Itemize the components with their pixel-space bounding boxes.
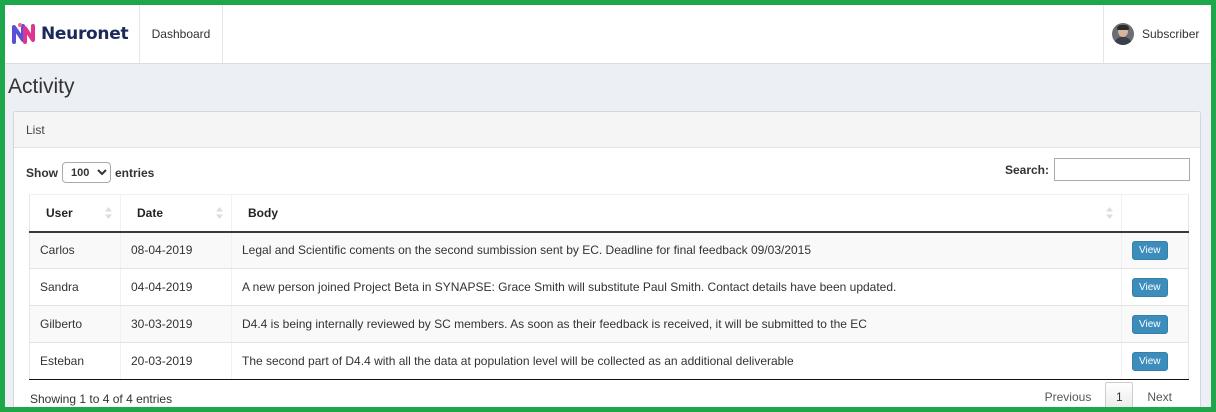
page-title: Activity: [8, 75, 75, 98]
nav-dashboard-link[interactable]: Dashboard: [139, 5, 223, 63]
entries-length-control: Show 100 entries: [26, 162, 154, 183]
column-header-user-label: User: [46, 205, 73, 220]
view-button[interactable]: View: [1132, 277, 1168, 297]
column-header-date[interactable]: Date: [120, 194, 232, 233]
cell-action: View: [1121, 342, 1189, 380]
table-row: Sandra 04-04-2019 A new person joined Pr…: [29, 268, 1189, 306]
column-header-body-label: Body: [248, 205, 278, 220]
cell-user: Gilberto: [29, 305, 121, 343]
cell-date: 20-03-2019: [120, 342, 232, 380]
cell-user: Sandra: [29, 268, 121, 306]
app-frame: Neuronet Dashboard Subscriber Activity L…: [0, 0, 1216, 412]
brand-name: Neuronet: [41, 24, 129, 44]
activity-list-box: List Show 100 entries Search: User Date …: [13, 111, 1201, 407]
cell-user: Carlos: [29, 231, 121, 269]
search-label: Search:: [1004, 162, 1049, 177]
table-row: Carlos 08-04-2019 Legal and Scientific c…: [29, 231, 1189, 269]
cell-action: View: [1121, 268, 1189, 306]
table-header-row: User Date Body: [29, 194, 1189, 233]
cell-body: The second part of D4.4 with all the dat…: [231, 342, 1122, 380]
top-navbar: Neuronet Dashboard Subscriber: [5, 5, 1211, 64]
show-label: Show: [26, 165, 58, 180]
table-controls: Show 100 entries Search:: [14, 156, 1200, 186]
sort-icon: [1106, 207, 1113, 219]
column-header-body[interactable]: Body: [231, 194, 1122, 233]
column-header-actions: [1121, 194, 1189, 233]
brand-logo-link[interactable]: Neuronet: [5, 5, 139, 63]
cell-date: 04-04-2019: [120, 268, 232, 306]
view-button[interactable]: View: [1132, 351, 1168, 371]
pagination: Previous 1 Next: [1031, 382, 1186, 407]
cell-action: View: [1121, 231, 1189, 269]
table-info: Showing 1 to 4 of 4 entries: [30, 392, 173, 406]
search-control: Search:: [1005, 158, 1190, 181]
avatar: [1112, 23, 1134, 45]
pagination-previous[interactable]: Previous: [1031, 390, 1106, 404]
entries-label: entries: [115, 165, 155, 180]
column-header-date-label: Date: [137, 205, 164, 220]
table-row: Esteban 20-03-2019 The second part of D4…: [29, 342, 1189, 380]
cell-body: Legal and Scientific coments on the seco…: [231, 231, 1122, 269]
search-input[interactable]: [1054, 158, 1190, 181]
sort-icon: [105, 207, 112, 219]
cell-date: 08-04-2019: [120, 231, 232, 269]
column-header-user[interactable]: User: [29, 194, 121, 233]
cell-body: A new person joined Project Beta in SYNA…: [231, 268, 1122, 306]
user-menu[interactable]: Subscriber: [1103, 5, 1211, 63]
sort-icon: [216, 207, 223, 219]
neuronet-logo-icon: [12, 23, 35, 44]
cell-date: 30-03-2019: [120, 305, 232, 343]
box-title: List: [14, 112, 1200, 148]
view-button[interactable]: View: [1132, 314, 1168, 334]
entries-select[interactable]: 100: [62, 162, 111, 183]
cell-action: View: [1121, 305, 1189, 343]
cell-user: Esteban: [29, 342, 121, 380]
table-row: Gilberto 30-03-2019 D4.4 is being intern…: [29, 305, 1189, 343]
view-button[interactable]: View: [1132, 240, 1168, 260]
pagination-page-1[interactable]: 1: [1105, 382, 1134, 407]
cell-body: D4.4 is being internally reviewed by SC …: [231, 305, 1122, 343]
pagination-next[interactable]: Next: [1133, 390, 1186, 404]
activity-table: User Date Body Carlos 08-04-2019 Legal a…: [29, 194, 1189, 380]
user-name: Subscriber: [1142, 27, 1200, 41]
